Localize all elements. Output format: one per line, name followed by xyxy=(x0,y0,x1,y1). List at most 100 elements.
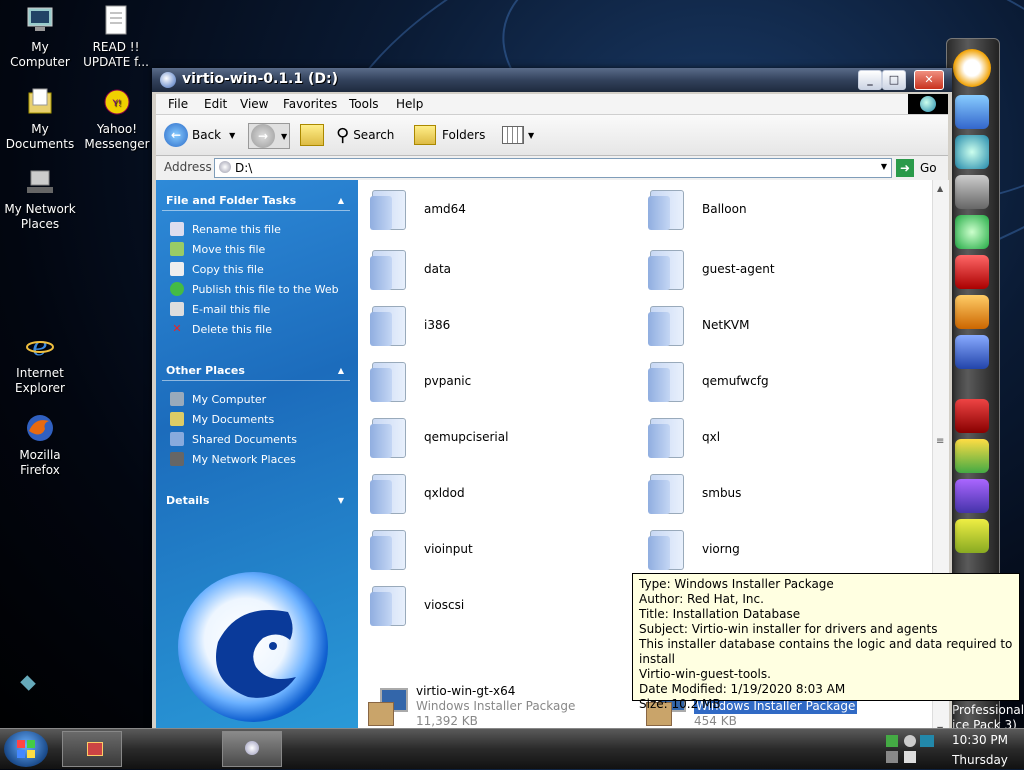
folder-item[interactable]: qxldod xyxy=(368,472,465,514)
publish-file-link[interactable]: Publish this file to the Web xyxy=(170,282,339,296)
desktop-icon-label: My Documents xyxy=(5,122,75,151)
file-tasks-header[interactable]: File and Folder Tasks xyxy=(166,194,296,207)
copy-file-link[interactable]: Copy this file xyxy=(170,262,264,276)
msi-file-size: 454 KB xyxy=(694,714,737,728)
network-icon xyxy=(170,452,184,466)
network-tray-icon[interactable] xyxy=(886,735,898,747)
menu-favorites[interactable]: Favorites xyxy=(283,97,337,111)
search-button[interactable]: ⚲ Search xyxy=(336,123,394,147)
dock-media-icon[interactable] xyxy=(955,175,989,209)
menu-view[interactable]: View xyxy=(240,97,268,111)
address-input[interactable]: D:\ ▼ xyxy=(214,158,892,178)
menu-tools[interactable]: Tools xyxy=(349,97,379,111)
place-shared-documents[interactable]: Shared Documents xyxy=(170,432,297,446)
folder-item[interactable]: qxl xyxy=(646,416,720,458)
collapse-icon[interactable]: ▲ xyxy=(338,366,344,375)
language-tray-icon[interactable] xyxy=(920,735,934,747)
delete-file-link[interactable]: ✕ Delete this file xyxy=(170,322,272,336)
close-button[interactable]: ✕ xyxy=(914,70,944,90)
msi-file-gt-x64[interactable]: virtio-win-gt-x64 Windows Installer Pack… xyxy=(366,684,575,729)
folder-item[interactable]: vioscsi xyxy=(368,584,464,626)
dock-chess-icon[interactable] xyxy=(955,255,989,289)
rename-file-link[interactable]: Rename this file xyxy=(170,222,281,236)
chevron-down-icon[interactable]: ▼ xyxy=(229,131,235,140)
dock-windows-icon[interactable] xyxy=(955,439,989,473)
folder-item[interactable]: qemupciserial xyxy=(368,416,508,458)
desktop-icon-my-documents[interactable]: My Documents xyxy=(0,86,80,152)
place-my-computer[interactable]: My Computer xyxy=(170,392,266,406)
chevron-down-icon[interactable]: ▼ xyxy=(881,162,887,171)
views-button[interactable]: ▼ xyxy=(502,123,534,147)
desktop-icon-my-computer[interactable]: My Computer xyxy=(0,4,80,70)
divider xyxy=(162,380,350,381)
desktop-icon-internet-explorer[interactable]: e Internet Explorer xyxy=(0,330,80,396)
folder-item[interactable]: viorng xyxy=(646,528,740,570)
go-arrow-icon: ➜ xyxy=(896,159,914,177)
scroll-thumb-grip-icon[interactable]: ≡ xyxy=(936,436,944,447)
other-places-header[interactable]: Other Places xyxy=(166,364,245,377)
desktop-icon-yahoo-messenger[interactable]: Y! Yahoo! Messenger xyxy=(77,86,157,152)
start-button[interactable] xyxy=(4,731,48,767)
collapse-icon[interactable]: ▲ xyxy=(338,196,344,205)
dock-monitor-icon[interactable] xyxy=(955,95,989,129)
taskbar-task-package[interactable] xyxy=(62,731,122,767)
display-tray-icon[interactable] xyxy=(904,751,916,763)
folders-button[interactable]: Folders xyxy=(414,123,485,147)
desktop-icon-my-network-places[interactable]: My Network Places xyxy=(0,166,80,232)
menu-edit[interactable]: Edit xyxy=(204,97,227,111)
expand-icon[interactable]: ▼ xyxy=(338,496,344,505)
folder-label: amd64 xyxy=(424,202,466,216)
minimize-button[interactable]: _ xyxy=(858,70,882,90)
menu-file[interactable]: File xyxy=(168,97,188,111)
folder-item[interactable]: vioinput xyxy=(368,528,473,570)
details-header[interactable]: Details xyxy=(166,494,209,507)
msi-file-type: Windows Installer Package xyxy=(416,699,576,713)
desktop-icon-mozilla-firefox[interactable]: Mozilla Firefox xyxy=(0,412,80,478)
folder-item[interactable]: Balloon xyxy=(646,188,747,230)
chevron-down-icon: ▼ xyxy=(528,130,535,140)
firefox-icon xyxy=(24,412,56,444)
move-file-link[interactable]: Move this file xyxy=(170,242,265,256)
folder-icon xyxy=(368,188,406,230)
place-my-network-places[interactable]: My Network Places xyxy=(170,452,296,466)
clock[interactable]: 10:30 PM Thursday xyxy=(940,733,1020,767)
folder-item[interactable]: guest-agent xyxy=(646,248,775,290)
dock-globe-icon[interactable] xyxy=(955,135,989,169)
folder-item[interactable]: smbus xyxy=(646,472,741,514)
folder-item[interactable]: qemufwcfg xyxy=(646,360,769,402)
taskbar-task-explorer[interactable] xyxy=(222,731,282,767)
title-bar[interactable]: virtio-win-0.1.1 (D:) _ □ ✕ xyxy=(152,68,952,92)
up-folder-button[interactable] xyxy=(300,123,324,147)
folder-label: pvpanic xyxy=(424,374,472,388)
back-label: Back xyxy=(192,128,222,142)
folder-item[interactable]: pvpanic xyxy=(368,360,471,402)
chevron-down-icon[interactable]: ▼ xyxy=(281,132,287,141)
desktop-icon-read-update[interactable]: READ !! UPDATE f... xyxy=(76,4,156,70)
place-my-documents[interactable]: My Documents xyxy=(170,412,274,426)
folder-icon xyxy=(368,248,406,290)
dock-tool-icon[interactable] xyxy=(955,399,989,433)
back-arrow-icon: ← xyxy=(164,123,188,147)
desktop-icon-label: Yahoo! Messenger xyxy=(84,122,150,151)
folder-item[interactable]: NetKVM xyxy=(646,304,750,346)
folder-item[interactable]: i386 xyxy=(368,304,450,346)
folder-item[interactable]: data xyxy=(368,248,451,290)
menu-help[interactable]: Help xyxy=(396,97,423,111)
dock-apps-icon[interactable] xyxy=(955,295,989,329)
dock-logo-icon[interactable] xyxy=(953,49,991,87)
dock-shield-icon[interactable] xyxy=(955,519,989,553)
address-bar: Address D:\ ▼ ➜ Go xyxy=(156,156,948,181)
scroll-up-arrow-icon[interactable]: ▲ xyxy=(937,184,943,193)
go-button[interactable]: ➜ Go xyxy=(896,159,937,177)
security-tray-icon[interactable] xyxy=(904,735,916,747)
volume-tray-icon[interactable] xyxy=(886,751,898,763)
package-icon xyxy=(87,742,103,756)
dock-ie-icon[interactable] xyxy=(955,215,989,249)
maximize-button[interactable]: □ xyxy=(882,70,906,90)
folder-item[interactable]: amd64 xyxy=(368,188,466,230)
forward-button[interactable]: → ▼ xyxy=(248,123,291,149)
dock-archive-icon[interactable] xyxy=(955,479,989,513)
back-button[interactable]: ← Back ▼ xyxy=(164,123,235,147)
dock-users-icon[interactable] xyxy=(955,335,989,369)
email-file-link[interactable]: E-mail this file xyxy=(170,302,270,316)
